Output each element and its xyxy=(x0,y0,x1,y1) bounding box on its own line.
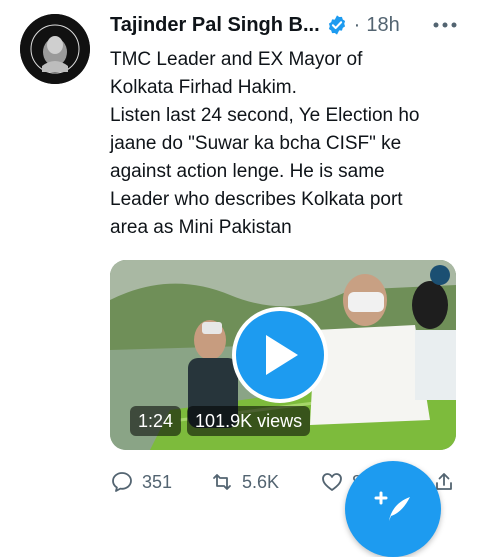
compose-tweet-button[interactable] xyxy=(345,461,441,557)
more-options-button[interactable] xyxy=(430,12,460,38)
avatar-image xyxy=(20,14,90,84)
video-info: 1:24 101.9K views xyxy=(130,406,311,436)
play-icon xyxy=(266,335,298,375)
tweet-text: TMC Leader and EX Mayor of Kolkata Firha… xyxy=(110,49,420,238)
heart-icon xyxy=(322,473,342,491)
compose-tweet-icon xyxy=(374,491,410,521)
reply-icon xyxy=(112,472,132,492)
video-duration: 1:24 xyxy=(130,406,182,436)
retweet-count: 5.6K xyxy=(242,471,280,492)
more-horizontal-icon xyxy=(433,22,457,28)
reply-count: 351 xyxy=(142,471,173,492)
avatar[interactable] xyxy=(20,14,90,84)
verified-badge-icon xyxy=(328,15,345,35)
play-button[interactable] xyxy=(232,307,328,403)
tweet-header: Tajinder Pal Singh B... · 18h xyxy=(110,10,460,40)
separator-dot: · xyxy=(353,13,361,36)
tweet-timestamp[interactable]: 18h xyxy=(366,14,399,37)
reply-button[interactable]: 351 xyxy=(110,470,172,494)
video-player[interactable]: 1:24 101.9K views xyxy=(110,260,456,450)
retweet-icon xyxy=(213,474,231,490)
retweet-button[interactable]: 5.6K xyxy=(210,470,279,494)
video-views: 101.9K views xyxy=(187,406,311,436)
author-name[interactable]: Tajinder Pal Singh B... xyxy=(110,14,320,37)
